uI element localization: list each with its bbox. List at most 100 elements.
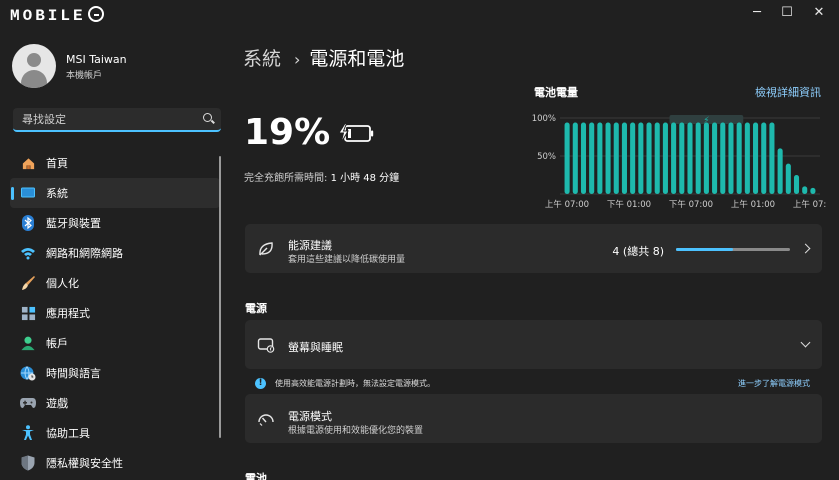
- chart-bar: [564, 122, 570, 194]
- chart-bar: [810, 187, 816, 194]
- energy-recommendations-subtitle: 套用這些建議以降低碳使用量: [288, 255, 406, 265]
- chart-bar: [654, 122, 660, 194]
- logo-mark-icon: [87, 6, 104, 22]
- sidebar-item-label: 應用程式: [46, 307, 90, 320]
- sidebar-item-system[interactable]: 系統: [10, 178, 220, 208]
- profile-account-type: 本機帳戶: [66, 71, 103, 81]
- info-icon: !: [255, 378, 266, 389]
- chart-y-tick-label: 50%: [537, 152, 556, 162]
- power-mode-info: ! 使用高效能電源計劃時，無法設定電源模式。 進一步了解電源模式: [255, 377, 810, 391]
- chevron-down-icon[interactable]: [800, 337, 811, 348]
- chart-bar: [638, 122, 644, 194]
- screen-sleep-title: 螢幕與睡眠: [288, 341, 343, 354]
- profile-name: MSI Taiwan: [66, 53, 127, 66]
- home-icon: [20, 155, 36, 171]
- chart-bar: [580, 122, 587, 194]
- shield-icon: [20, 455, 36, 471]
- sidebar-item-time-language[interactable]: 時間與語言: [10, 358, 220, 388]
- sidebar-item-network[interactable]: 網路和網際網路: [10, 238, 220, 268]
- chart-bar: [769, 122, 775, 194]
- sidebar-item-label: 協助工具: [46, 427, 90, 440]
- chart-bar: [687, 122, 693, 194]
- chart-y-tick-label: 100%: [532, 114, 556, 124]
- chart-bar: [712, 122, 718, 194]
- search-box[interactable]: [13, 108, 221, 132]
- power-mode-title: 電源模式: [288, 410, 332, 423]
- maximize-button[interactable]: ☐: [773, 2, 801, 24]
- sidebar-item-label: 帳戶: [46, 337, 68, 350]
- chart-bar: [720, 122, 726, 194]
- sidebar-item-personalization[interactable]: 個人化: [10, 268, 220, 298]
- accessibility-icon: [20, 425, 36, 441]
- charge-time-value: 1 小時 48 分鐘: [330, 173, 400, 184]
- sidebar-item-label: 遊戲: [46, 397, 68, 410]
- page-title: 電源和電池: [309, 48, 405, 70]
- sidebar-item-apps[interactable]: 應用程式: [10, 298, 220, 328]
- chart-x-tick-label: 上午 07:00: [793, 199, 826, 210]
- chart-bar: [597, 122, 603, 194]
- chart-bar: [744, 122, 750, 194]
- leaf-icon: [259, 242, 273, 256]
- minimize-button[interactable]: ─: [743, 2, 771, 24]
- screen-sleep-icon: [257, 338, 275, 353]
- sidebar-item-label: 系統: [46, 187, 68, 200]
- sidebar-item-bluetooth[interactable]: 藍牙與裝置: [10, 208, 220, 238]
- wifi-icon: [20, 245, 36, 261]
- power-mode-subtitle: 根據電源使用和效能優化您的裝置: [288, 426, 424, 436]
- sidebar-item-label: 隱私權與安全性: [46, 457, 123, 470]
- energy-recommendations-card[interactable]: 能源建議 套用這些建議以降低碳使用量 4 (總共 8): [245, 224, 822, 273]
- logo-text: MOBILE: [10, 7, 86, 25]
- gamepad-icon: [20, 395, 36, 411]
- chart-bar: [662, 122, 668, 194]
- sidebar-item-label: 首頁: [46, 157, 68, 170]
- sidebar-item-home[interactable]: 首頁: [10, 148, 220, 178]
- battery-section-heading: 電池: [245, 472, 267, 480]
- sidebar-item-label: 網路和網際網路: [46, 247, 123, 260]
- chart-bar: [695, 122, 701, 194]
- power-section-heading: 電源: [245, 302, 267, 315]
- bluetooth-icon: [20, 215, 36, 231]
- chart-bar: [736, 122, 742, 194]
- apps-icon: [20, 305, 36, 321]
- sidebar-item-accounts[interactable]: 帳戶: [10, 328, 220, 358]
- sidebar-item-label: 時間與語言: [46, 367, 101, 380]
- chart-bar: [793, 175, 800, 194]
- battery-charging-icon: [338, 123, 374, 144]
- chart-bar: [621, 122, 627, 194]
- close-button[interactable]: ✕: [805, 2, 833, 24]
- screen-sleep-card[interactable]: 螢幕與睡眠: [245, 320, 822, 369]
- chart-x-tick-label: 下午 01:00: [607, 199, 651, 210]
- chart-x-tick-label: 下午 07:00: [669, 199, 713, 210]
- sidebar-item-label: 藍牙與裝置: [46, 217, 101, 230]
- sidebar-item-accessibility[interactable]: 協助工具: [10, 418, 220, 448]
- chart-bar: [679, 122, 685, 194]
- sidebar-item-gaming[interactable]: 遊戲: [10, 388, 220, 418]
- sidebar-item-privacy-security[interactable]: 隱私權與安全性: [10, 448, 220, 478]
- chart-bar: [728, 122, 734, 194]
- gauge-icon: [258, 414, 274, 426]
- energy-recommendations-count: 4 (總共 8): [612, 245, 664, 258]
- sidebar-scrollbar[interactable]: [219, 156, 221, 438]
- chart-bar: [646, 122, 652, 194]
- breadcrumb: 系統 › 電源和電池: [243, 44, 404, 71]
- battery-level-chart: 100%50%⚡上午 07:00 下午 01:00 下午 07:00 上午 01:00…: [532, 114, 826, 210]
- power-mode-card: 電源模式 根據電源使用和效能優化您的裝置: [245, 394, 822, 443]
- energy-recommendations-progress: [676, 248, 790, 251]
- chart-bar: [785, 163, 791, 194]
- chevron-right-icon[interactable]: [800, 243, 811, 254]
- chart-bar: [613, 122, 619, 194]
- chart-bar: [802, 186, 808, 194]
- sidebar-nav: 首頁 系統 藍牙與裝置 網路和網際網路 個人化 應用程式 帳戶 時間與語言 遊戲…: [10, 148, 220, 478]
- battery-percent: 19%: [244, 112, 331, 153]
- learn-more-power-mode-link[interactable]: 進一步了解電源模式: [738, 378, 810, 389]
- breadcrumb-parent[interactable]: 系統: [243, 48, 281, 70]
- search-input[interactable]: [13, 108, 193, 130]
- energy-recommendations-title: 能源建議: [288, 239, 332, 252]
- search-icon[interactable]: [203, 113, 212, 122]
- chart-bar: [589, 122, 595, 194]
- chart-bar: [671, 122, 677, 194]
- system-icon: [20, 185, 36, 201]
- sidebar-item-label: 個人化: [46, 277, 79, 290]
- chart-bar: [761, 122, 767, 194]
- globe-clock-icon: [20, 365, 36, 381]
